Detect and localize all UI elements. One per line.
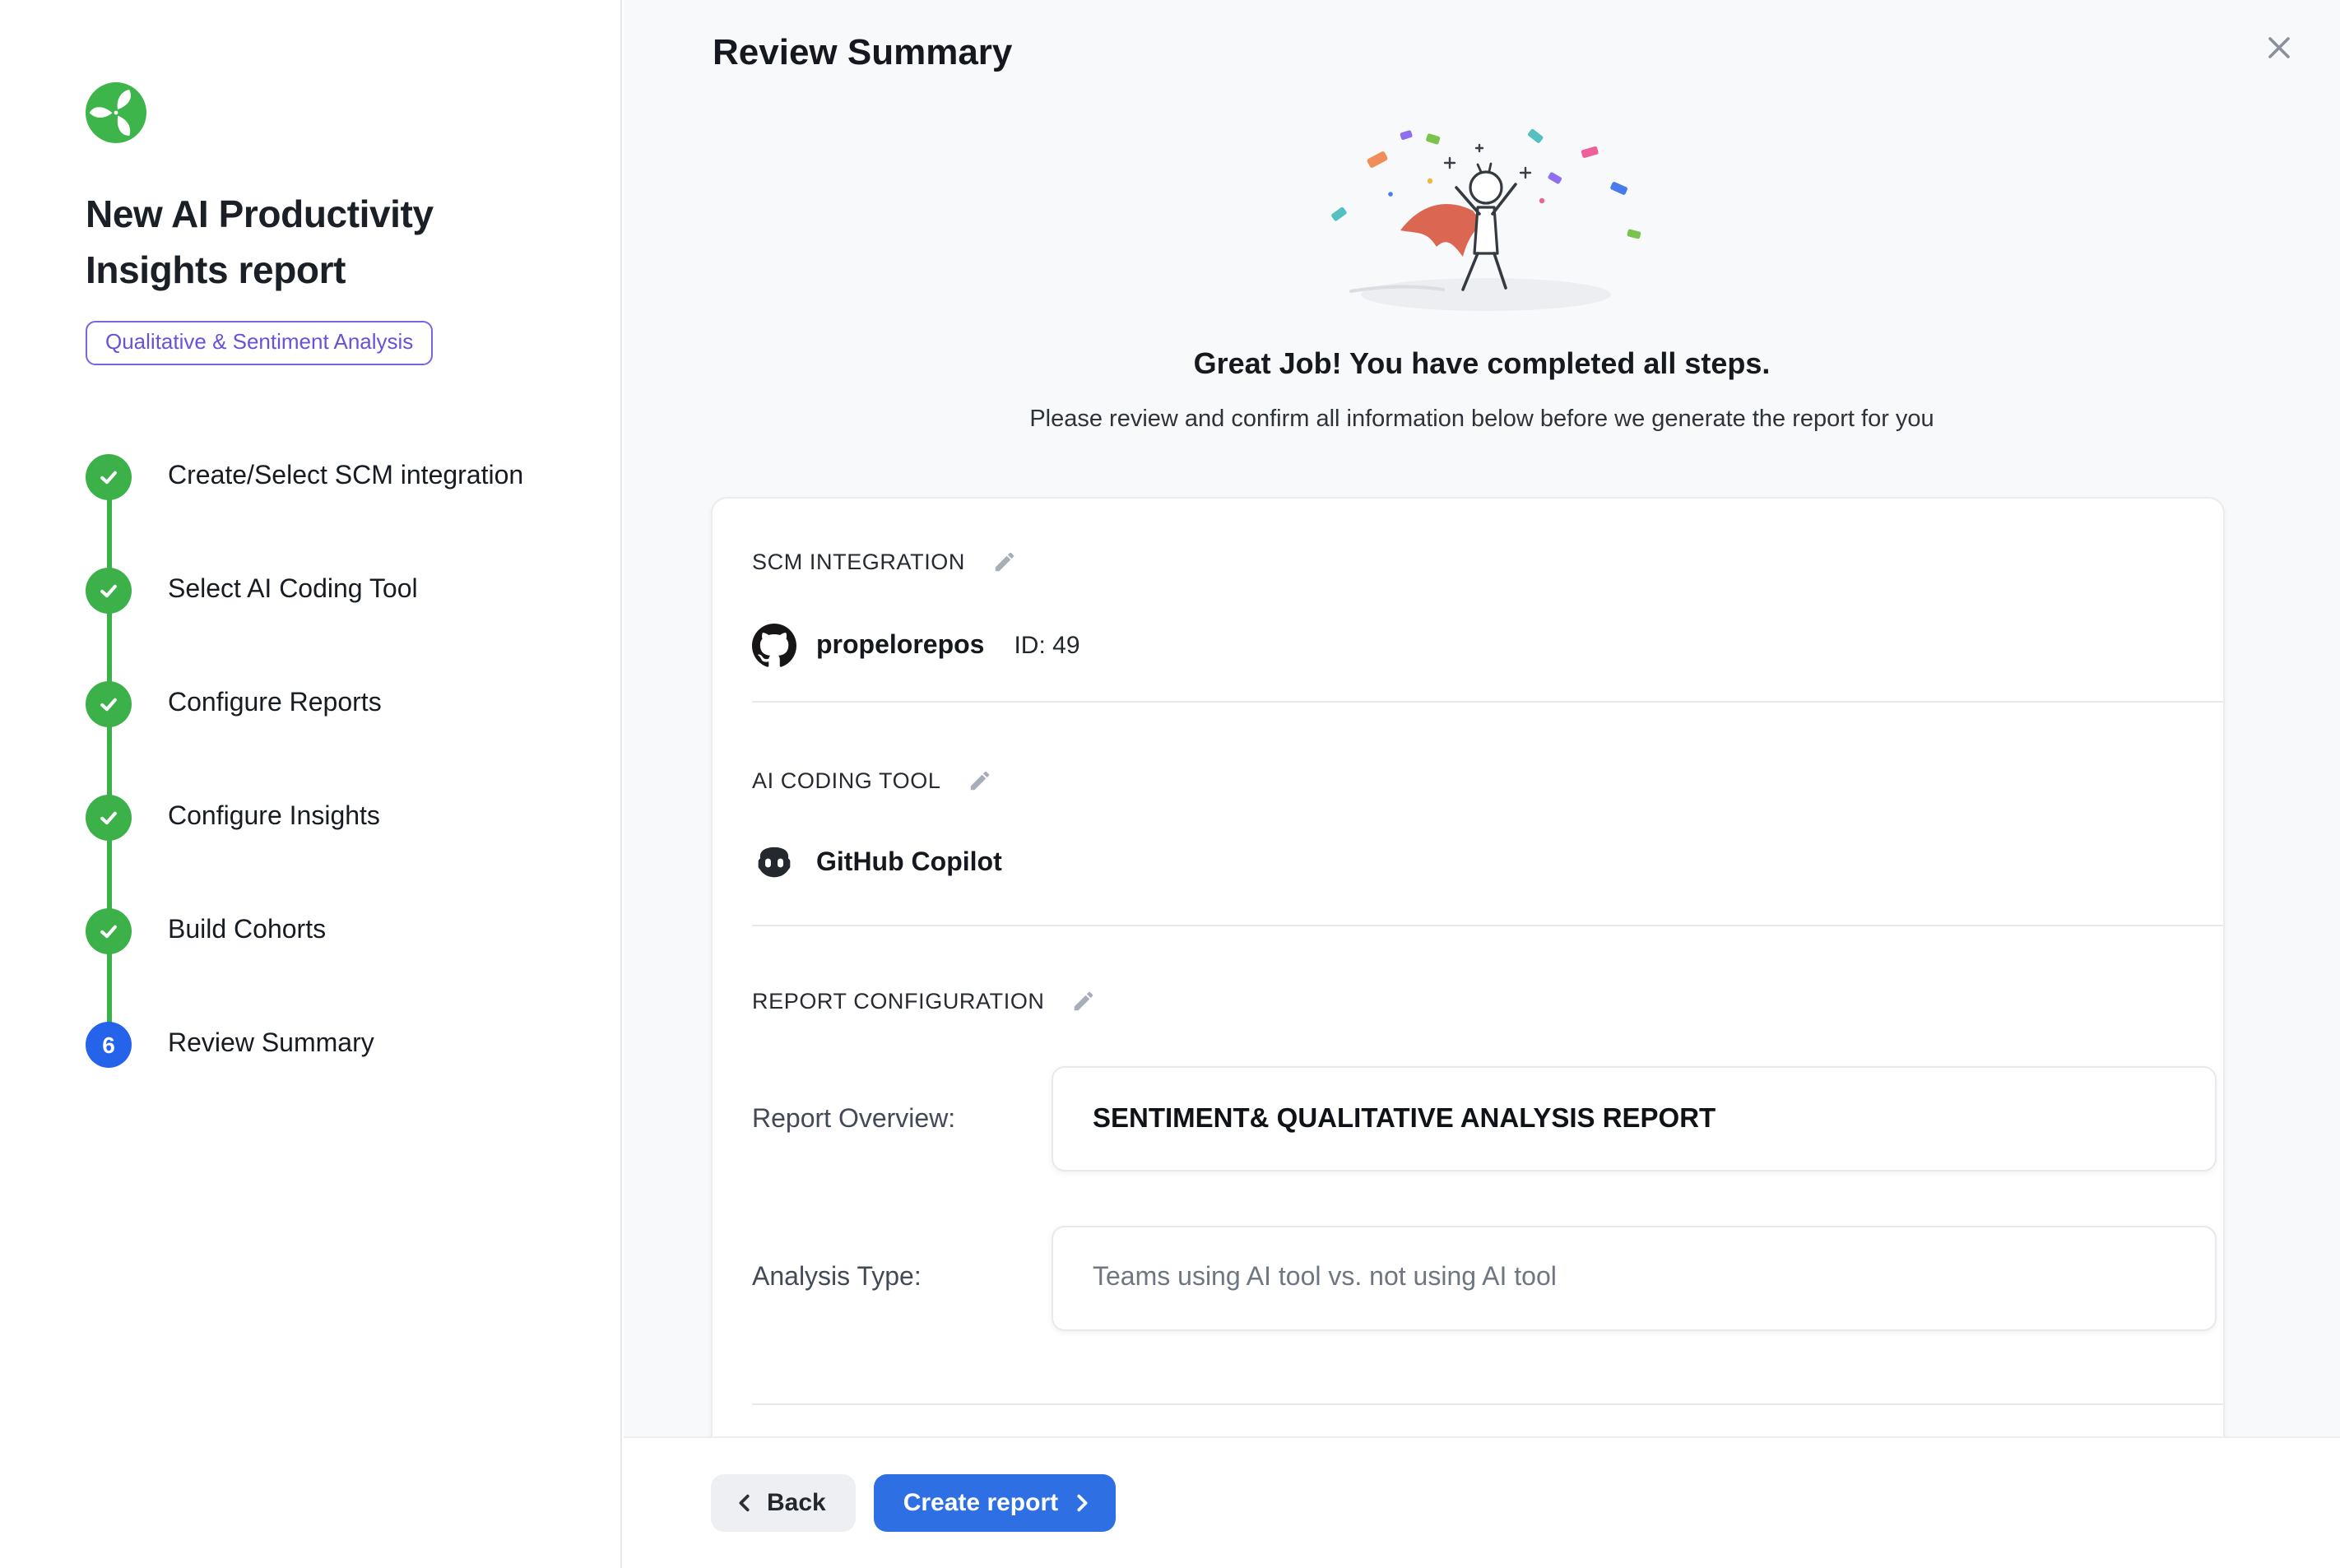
step-label: Create/Select SCM integration <box>168 462 523 492</box>
back-button-label: Back <box>767 1489 826 1517</box>
congrats-title: Great Job! You have completed all steps. <box>624 347 2340 382</box>
github-icon <box>752 624 796 668</box>
step-number: 6 <box>102 1032 115 1058</box>
back-button[interactable]: Back <box>711 1474 856 1532</box>
stepper: Create/Select SCM integration Select AI … <box>86 454 564 1068</box>
congrats-subtitle: Please review and confirm all informatio… <box>624 406 2340 433</box>
report-overview-label: Report Overview: <box>752 1106 955 1135</box>
scm-section-header: SCM INTEGRATION <box>752 550 1016 574</box>
check-icon <box>97 920 120 943</box>
step-done-circle <box>86 795 132 841</box>
create-report-label: Create report <box>903 1489 1058 1517</box>
celebration-illustration <box>1284 128 1679 326</box>
step-label: Configure Reports <box>168 689 382 719</box>
scm-name: propelorepos <box>816 631 984 661</box>
edit-scm-button[interactable] <box>991 550 1016 574</box>
tool-section-header: AI CODING TOOL <box>752 768 991 793</box>
step-label: Select AI Coding Tool <box>168 576 418 605</box>
close-button[interactable] <box>2258 26 2301 69</box>
step-done-circle <box>86 568 132 614</box>
scm-section-label: SCM INTEGRATION <box>752 550 965 574</box>
scm-integration-row: propelorepos ID: 49 <box>752 624 1080 668</box>
edit-tool-button[interactable] <box>967 768 991 793</box>
divider <box>752 701 2223 703</box>
edit-report-button[interactable] <box>1071 989 1096 1014</box>
report-overview-value-box: SENTIMENT& QUALITATIVE ANALYSIS REPORT <box>1052 1066 2217 1171</box>
stepper-step-scm-integration[interactable]: Create/Select SCM integration <box>86 454 564 500</box>
check-icon <box>97 579 120 602</box>
step-current-circle: 6 <box>86 1022 132 1068</box>
step-label: Review Summary <box>168 1030 374 1060</box>
step-done-circle <box>86 454 132 500</box>
pencil-icon <box>991 550 1016 574</box>
chevron-right-icon <box>1071 1492 1093 1514</box>
report-section-header: REPORT CONFIGURATION <box>752 989 1096 1014</box>
summary-card: SCM INTEGRATION propelorepos ID: 49 AI C… <box>711 497 2225 1484</box>
step-label: Configure Insights <box>168 803 380 833</box>
pencil-icon <box>967 768 991 793</box>
wizard-footer: Back Create report <box>624 1436 2340 1568</box>
ai-tool-row: GitHub Copilot <box>752 841 1002 885</box>
page-title: Review Summary <box>713 31 1012 74</box>
scm-id: ID: 49 <box>1014 632 1079 660</box>
app-root: New AI Productivity Insights report Qual… <box>0 0 2340 1568</box>
ai-tool-name: GitHub Copilot <box>816 848 1002 878</box>
report-overview-value: SENTIMENT& QUALITATIVE ANALYSIS REPORT <box>1093 1103 1716 1134</box>
analysis-type-badge: Qualitative & Sentiment Analysis <box>86 321 433 365</box>
copilot-icon <box>752 841 796 885</box>
step-done-circle <box>86 681 132 727</box>
main-panel: Review Summary <box>624 0 2340 1568</box>
check-icon <box>97 806 120 829</box>
wizard-sidebar: New AI Productivity Insights report Qual… <box>0 0 622 1568</box>
stepper-connector <box>106 477 111 1045</box>
step-done-circle <box>86 908 132 954</box>
stepper-step-configure-insights[interactable]: Configure Insights <box>86 795 564 841</box>
tool-section-label: AI CODING TOOL <box>752 768 940 793</box>
pencil-icon <box>1071 989 1096 1014</box>
report-wizard-title: New AI Productivity Insights report <box>86 186 533 298</box>
analysis-type-value-box: Teams using AI tool vs. not using AI too… <box>1052 1226 2217 1331</box>
propelo-logo-icon <box>86 82 146 143</box>
divider <box>752 1403 2223 1405</box>
divider <box>752 925 2223 926</box>
create-report-button[interactable]: Create report <box>874 1474 1116 1532</box>
check-icon <box>97 466 120 489</box>
analysis-type-value: Teams using AI tool vs. not using AI too… <box>1093 1264 1557 1293</box>
check-icon <box>97 693 120 716</box>
step-label: Build Cohorts <box>168 916 326 946</box>
stepper-step-ai-coding-tool[interactable]: Select AI Coding Tool <box>86 568 564 614</box>
close-icon <box>2263 31 2296 64</box>
stepper-step-review-summary[interactable]: 6 Review Summary <box>86 1022 564 1068</box>
stepper-step-build-cohorts[interactable]: Build Cohorts <box>86 908 564 954</box>
stepper-step-configure-reports[interactable]: Configure Reports <box>86 681 564 727</box>
analysis-type-label: Analysis Type: <box>752 1264 922 1293</box>
report-section-label: REPORT CONFIGURATION <box>752 989 1045 1014</box>
chevron-left-icon <box>734 1492 755 1514</box>
